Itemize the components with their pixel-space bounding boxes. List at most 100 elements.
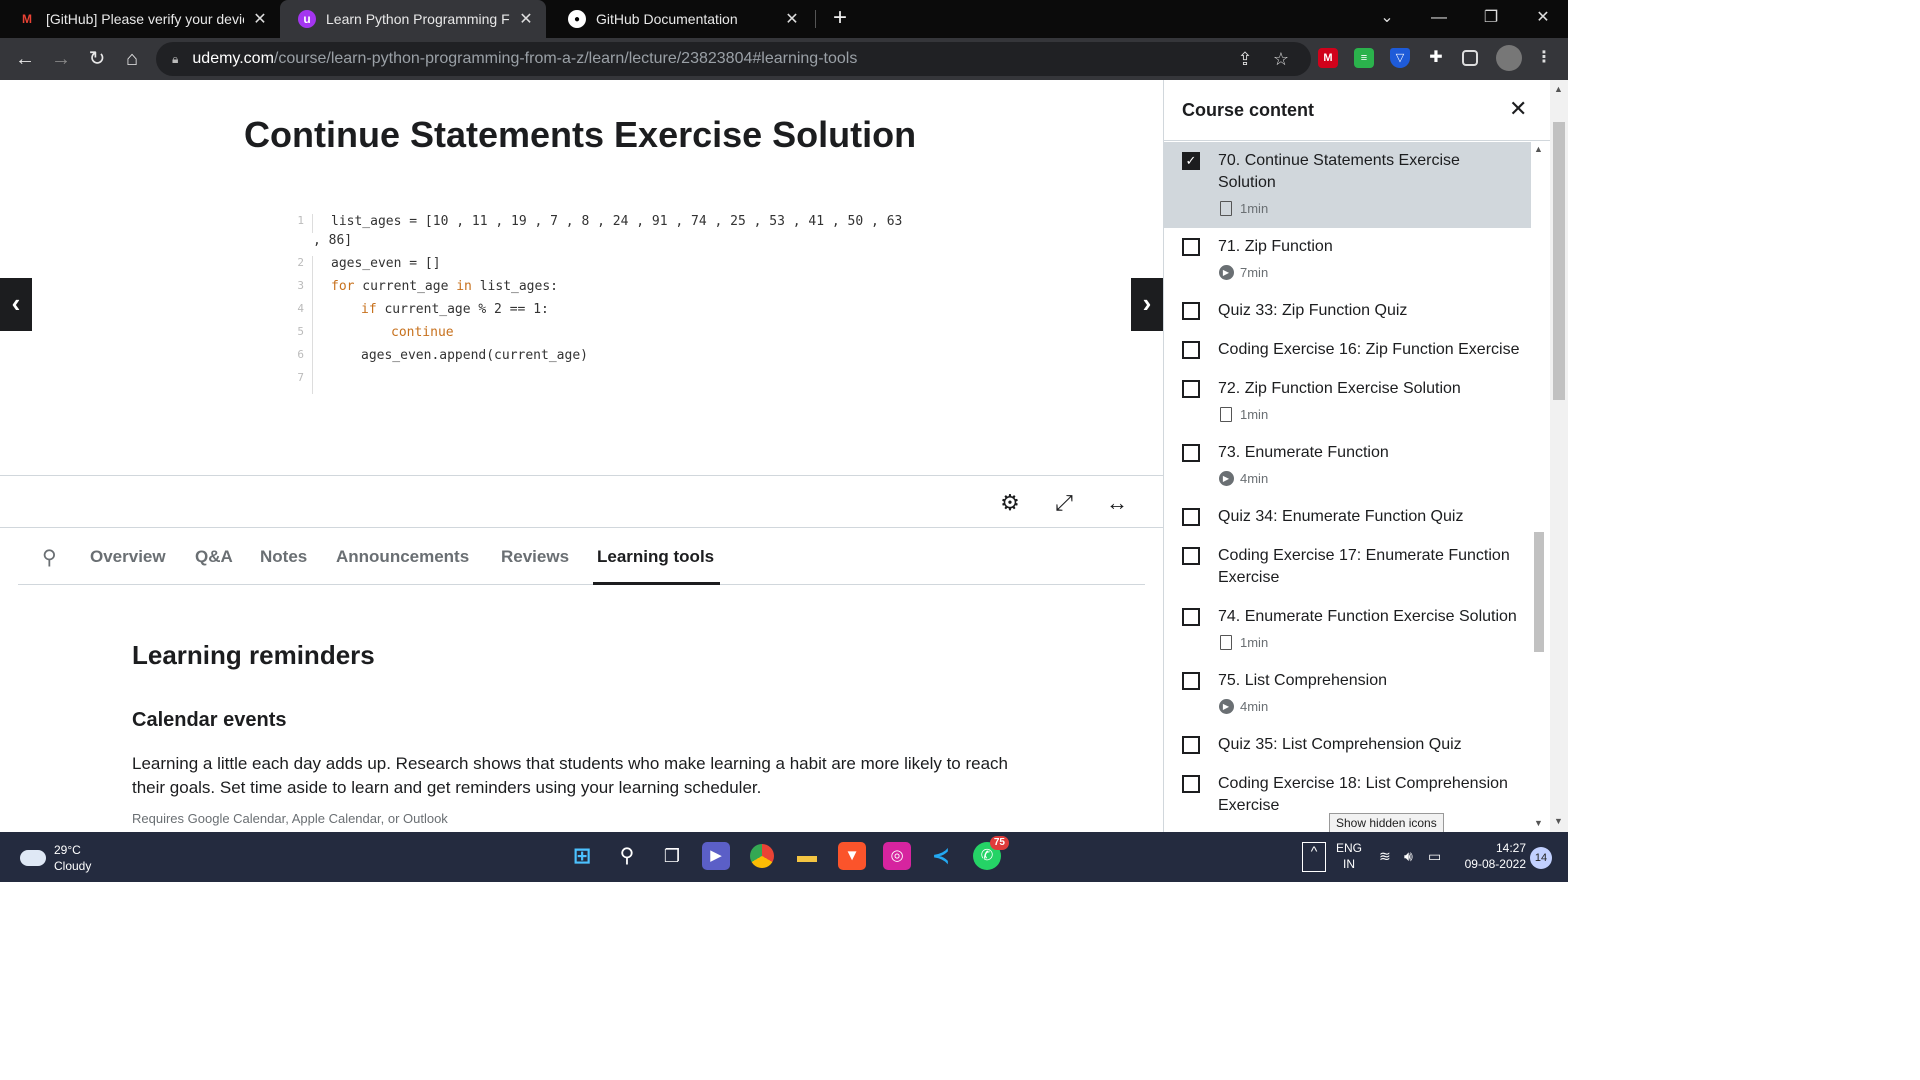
- url-host: udemy.com: [192, 50, 274, 67]
- completion-checkbox[interactable]: [1182, 608, 1200, 626]
- whatsapp-icon[interactable]: ✆ 75: [973, 836, 1009, 870]
- curriculum-item[interactable]: 73. Enumerate Function ▶ 4min: [1164, 434, 1531, 498]
- weather-widget[interactable]: 29°C Cloudy: [20, 842, 91, 874]
- code-text: current_age % 2 == 1:: [376, 302, 549, 317]
- back-button[interactable]: ←: [10, 44, 40, 74]
- page-scroll-thumb[interactable]: [1553, 122, 1565, 400]
- reload-button[interactable]: ↻: [82, 44, 112, 74]
- tab-learning-tools[interactable]: Learning tools: [597, 547, 714, 567]
- tab-search-chevron-icon[interactable]: ⌄: [1362, 0, 1412, 38]
- teams-chat-icon[interactable]: ▶: [702, 842, 730, 870]
- tab-github[interactable]: ● GitHub Documentation ✕: [550, 0, 812, 38]
- next-lecture-button[interactable]: ›: [1131, 278, 1163, 331]
- battery-icon[interactable]: ▭: [1428, 848, 1441, 864]
- wifi-icon[interactable]: ≋: [1379, 848, 1391, 864]
- duration-text: 1min: [1240, 406, 1269, 422]
- address-bar[interactable]: 🔒︎ udemy.com /course/learn-python-progra…: [156, 42, 1311, 76]
- curriculum-item[interactable]: Quiz 34: Enumerate Function Quiz: [1164, 498, 1531, 537]
- language-indicator[interactable]: ENG IN: [1336, 840, 1362, 872]
- tab-announcements[interactable]: Announcements: [336, 547, 469, 567]
- curriculum-item-label: 72. Zip Function Exercise Solution: [1218, 380, 1461, 397]
- sidebar-scroll-thumb[interactable]: [1534, 532, 1544, 652]
- extension-grammar-icon[interactable]: ≡: [1354, 48, 1374, 68]
- lock-icon[interactable]: 🔒︎: [172, 52, 178, 67]
- minimize-button[interactable]: —: [1414, 0, 1464, 38]
- document-icon: [1218, 634, 1234, 650]
- extensions-puzzle-icon[interactable]: ✚: [1426, 48, 1446, 68]
- instagram-icon[interactable]: ◎: [883, 842, 911, 870]
- completion-checkbox[interactable]: [1182, 508, 1200, 526]
- duration-text: 1min: [1240, 200, 1269, 216]
- curriculum-item[interactable]: 72. Zip Function Exercise Solution 1min: [1164, 370, 1531, 434]
- profile-avatar[interactable]: [1496, 45, 1522, 71]
- completion-checkbox[interactable]: [1182, 380, 1200, 398]
- tab-notes[interactable]: Notes: [260, 547, 307, 567]
- task-view-icon[interactable]: ❐: [658, 842, 686, 870]
- curriculum-item-label: 73. Enumerate Function: [1218, 444, 1389, 461]
- sidebar-scrollbar[interactable]: ▲ ▼: [1532, 142, 1546, 832]
- tab-qa[interactable]: Q&A: [195, 547, 233, 567]
- home-button[interactable]: ⌂: [117, 44, 147, 74]
- extension-mega-icon[interactable]: M: [1318, 48, 1338, 68]
- expand-width-icon[interactable]: ↔: [1104, 490, 1130, 516]
- completion-checkbox[interactable]: [1182, 444, 1200, 462]
- code-line-wrap: , 86]: [268, 233, 910, 256]
- curriculum-item[interactable]: Coding Exercise 17: Enumerate Function E…: [1164, 537, 1531, 598]
- close-window-button[interactable]: ✕: [1518, 0, 1568, 38]
- completion-checkbox[interactable]: [1182, 736, 1200, 754]
- extension-shield-icon[interactable]: ▽: [1390, 48, 1410, 68]
- curriculum-item[interactable]: Quiz 35: List Comprehension Quiz: [1164, 726, 1531, 765]
- lecture-title: Continue Statements Exercise Solution: [244, 114, 917, 155]
- curriculum-item[interactable]: Coding Exercise 16: Zip Function Exercis…: [1164, 331, 1531, 370]
- restore-button[interactable]: ❐: [1466, 0, 1516, 38]
- search-icon[interactable]: ⚲: [42, 545, 57, 570]
- tab-gmail[interactable]: M [GitHub] Please verify your device ✕: [0, 0, 280, 38]
- volume-icon[interactable]: 🔊︎: [1404, 848, 1413, 864]
- completion-checkbox[interactable]: [1182, 775, 1200, 793]
- share-icon[interactable]: ⇪: [1232, 46, 1258, 72]
- more-menu-icon[interactable]: ⋮: [1534, 48, 1554, 68]
- completion-checkbox[interactable]: [1182, 238, 1200, 256]
- fullscreen-icon[interactable]: ⤢: [1051, 490, 1077, 516]
- show-hidden-icons-chevron[interactable]: ^: [1302, 842, 1326, 872]
- curriculum-item[interactable]: 75. List Comprehension ▶ 4min: [1164, 662, 1531, 726]
- close-tab-icon[interactable]: ✕: [782, 9, 802, 29]
- page-scrollbar[interactable]: ▲ ▼: [1550, 80, 1568, 832]
- clock[interactable]: 14:27 09-08-2022: [1458, 840, 1526, 872]
- brave-icon[interactable]: ▼: [838, 842, 866, 870]
- chrome-icon[interactable]: [748, 842, 776, 870]
- completion-checkbox[interactable]: ✓: [1182, 152, 1200, 170]
- settings-gear-icon[interactable]: ⚙: [997, 490, 1023, 516]
- windows-taskbar: 29°C Cloudy ⊞ ⚲ ❐ ▶ ▬ ▼ ◎ ≺ ✆ 75 ^ ENG IN…: [0, 832, 1568, 882]
- windows-start-icon[interactable]: ⊞: [568, 842, 596, 870]
- curriculum-item[interactable]: 74. Enumerate Function Exercise Solution…: [1164, 598, 1531, 662]
- completion-checkbox[interactable]: [1182, 341, 1200, 359]
- tab-title: GitHub Documentation: [596, 11, 738, 27]
- duration-text: 1min: [1240, 634, 1269, 650]
- code-line: 2 ages_even = []: [290, 256, 910, 279]
- completion-checkbox[interactable]: [1182, 672, 1200, 690]
- curriculum-item[interactable]: ✓ 70. Continue Statements Exercise Soluti…: [1164, 142, 1531, 228]
- search-icon[interactable]: ⚲: [613, 842, 641, 870]
- previous-lecture-button[interactable]: ‹: [0, 278, 32, 331]
- curriculum-item[interactable]: 71. Zip Function ▶ 7min: [1164, 228, 1531, 292]
- notification-badge[interactable]: 14: [1530, 847, 1552, 869]
- forward-button[interactable]: →: [46, 44, 76, 74]
- curriculum-item-meta: ▶ 4min: [1218, 470, 1521, 486]
- tab-udemy[interactable]: u Learn Python Programming From A-Z ✕: [280, 0, 546, 38]
- vscode-icon[interactable]: ≺: [927, 842, 955, 870]
- close-tab-icon[interactable]: ✕: [250, 9, 270, 29]
- bookmark-star-icon[interactable]: ☆: [1268, 46, 1294, 72]
- curriculum-item[interactable]: Quiz 33: Zip Function Quiz: [1164, 292, 1531, 331]
- completion-checkbox[interactable]: [1182, 547, 1200, 565]
- tab-reviews[interactable]: Reviews: [501, 547, 569, 567]
- new-tab-button[interactable]: +: [828, 4, 852, 34]
- close-sidebar-icon[interactable]: ✕: [1509, 96, 1527, 122]
- completion-checkbox[interactable]: [1182, 302, 1200, 320]
- line-number: 6: [297, 348, 304, 361]
- tab-overview[interactable]: Overview: [90, 547, 166, 567]
- side-panel-icon[interactable]: [1462, 50, 1478, 66]
- tab-separator: [815, 10, 816, 28]
- close-tab-icon[interactable]: ✕: [516, 9, 536, 29]
- file-explorer-icon[interactable]: ▬: [793, 842, 821, 870]
